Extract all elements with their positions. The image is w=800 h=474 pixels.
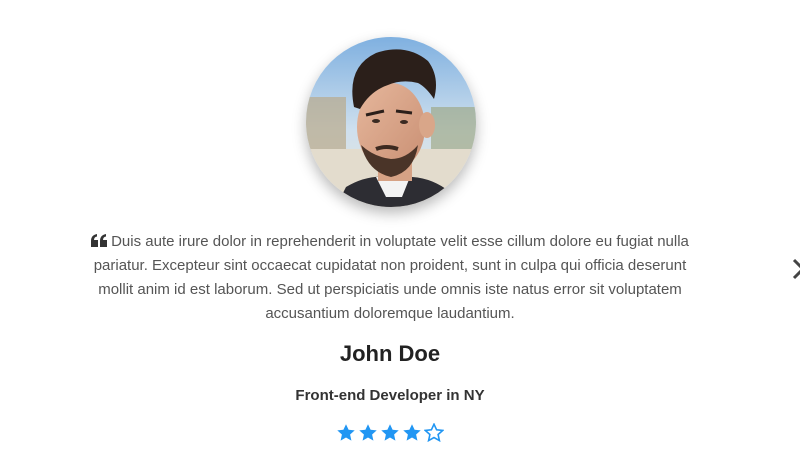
author-role: Front-end Developer in NY [295,387,485,404]
quote-left-icon [91,234,108,247]
avatar-photo [306,37,476,207]
star-icon [381,424,399,441]
star-icon [359,424,377,441]
chevron-right-icon[interactable] [792,258,800,280]
quote-text: Duis aute irure dolor in reprehenderit i… [93,233,689,322]
avatar [306,37,476,207]
star-icon [337,424,355,441]
next-slide-button[interactable] [792,258,800,280]
star-outline-icon [424,423,444,443]
author-name: John Doe [339,341,441,366]
star-icon [403,424,421,441]
rating-stars [0,423,780,443]
testimonial-quote: Duis aute irure dolor in reprehenderit i… [80,230,700,326]
testimonial-carousel: Duis aute irure dolor in reprehenderit i… [0,0,800,474]
